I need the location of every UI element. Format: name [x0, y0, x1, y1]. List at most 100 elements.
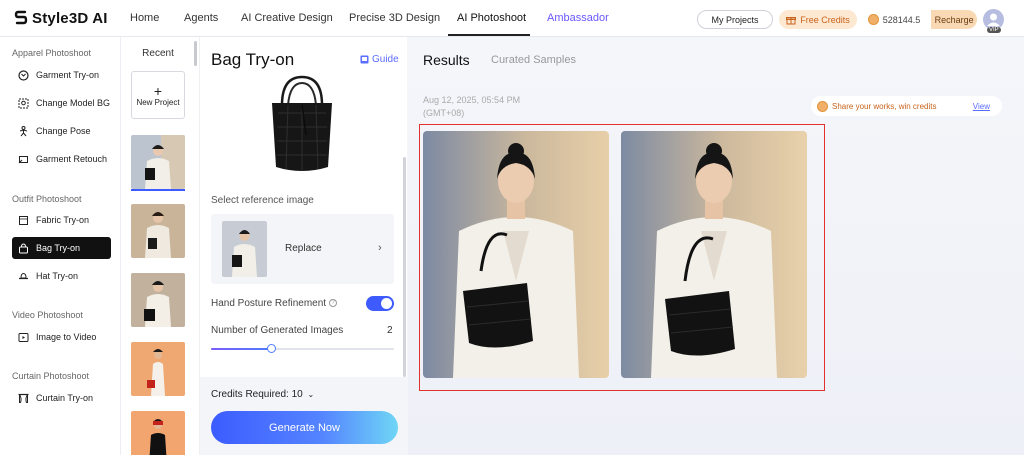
hand-posture-label: Hand Posture Refinement? [211, 298, 338, 309]
recharge-button[interactable]: Recharge [931, 10, 977, 29]
sidebar-item-bag-try-on[interactable]: Bag Try-on [12, 237, 111, 259]
plus-icon: + [153, 82, 163, 99]
reference-image-selector[interactable]: Replace › [211, 214, 394, 284]
sidebar-item-curtain-try-on[interactable]: Curtain Try-on [12, 387, 111, 409]
chevron-down-icon: ⌄ [307, 390, 315, 399]
num-images-slider[interactable] [211, 344, 394, 353]
sidebar-item-label: Image to Video [36, 332, 97, 342]
sidebar-item-label: Garment Try-on [36, 70, 100, 80]
top-nav-bar: Style3D AI Home Agents AI Creative Desig… [0, 0, 1024, 37]
hand-posture-text: Hand Posture Refinement [211, 298, 327, 309]
sidebar-item-garment-retouch[interactable]: Garment Retouch [12, 148, 111, 170]
credits-balance: 528144.5 [882, 14, 921, 25]
generate-now-button[interactable]: Generate Now [211, 411, 398, 444]
sidebar-item-label: Change Model BG [36, 98, 111, 108]
guide-link[interactable]: Guide [360, 54, 399, 65]
panel-title: Bag Try-on [211, 50, 295, 69]
recent-thumb-2[interactable] [131, 204, 185, 258]
my-projects-button[interactable]: My Projects [697, 10, 773, 29]
brand-name: Style3D AI [32, 9, 108, 27]
reference-thumbnail [222, 221, 267, 277]
vip-badge: VIP [987, 27, 1001, 33]
result-image-2[interactable] [621, 131, 807, 378]
hat-icon [18, 271, 29, 282]
sidebar-item-fabric-try-on[interactable]: Fabric Try-on [12, 209, 111, 231]
gift-icon [786, 16, 797, 24]
sidebar-item-label: Hat Try-on [36, 271, 79, 281]
recent-thumb-4[interactable] [131, 342, 185, 396]
style3d-logo-icon [14, 10, 28, 25]
sidebar-item-label: Fabric Try-on [36, 215, 90, 225]
tab-results[interactable]: Results [423, 52, 470, 68]
slider-fill [211, 348, 272, 350]
curtain-icon [18, 393, 29, 404]
credits-required-dropdown[interactable]: Credits Required: 10 ⌄ [211, 389, 314, 400]
reference-label: Select reference image [211, 195, 314, 206]
result-group-highlight [419, 124, 825, 391]
app-root: Style3D AI Home Agents AI Creative Desig… [0, 0, 1024, 455]
sidebar-item-label: Garment Retouch [36, 154, 108, 164]
recent-title: Recent [142, 48, 174, 59]
brand-logo[interactable]: Style3D AI [14, 9, 108, 27]
config-scrollbar[interactable] [403, 157, 406, 377]
sidebar-item-change-pose[interactable]: Change Pose [12, 120, 111, 142]
sidebar-item-label: Change Pose [36, 126, 91, 136]
shirt-icon [18, 69, 29, 81]
nav-ai-photoshoot[interactable]: AI Photoshoot [457, 12, 526, 24]
bag-icon [18, 242, 29, 254]
results-area: Results Curated Samples Aug 12, 2025, 05… [408, 37, 1024, 455]
bag-try-on-config-panel: Bag Try-on Guide Select reference image [199, 37, 408, 455]
num-images-label: Number of Generated Images [211, 325, 344, 336]
share-text: Share your works, win credits [832, 101, 937, 111]
background-swap-icon [18, 98, 29, 109]
credits-balance-box: 528144.5 Recharge [864, 10, 977, 29]
fabric-icon [18, 215, 29, 226]
sidebar-item-label: Bag Try-on [36, 243, 81, 253]
coin-icon [817, 100, 828, 112]
new-project-button[interactable]: + New Project [131, 71, 185, 119]
sidebar-item-image-to-video[interactable]: Image to Video [12, 326, 111, 348]
book-icon [360, 55, 369, 64]
section-apparel-photoshoot: Apparel Photoshoot [12, 48, 92, 58]
sidebar-item-change-model-bg[interactable]: Change Model BG [12, 92, 111, 114]
config-footer: Credits Required: 10 ⌄ Generate Now [200, 377, 408, 455]
pose-icon [18, 125, 29, 137]
chevron-right-icon: › [378, 242, 382, 254]
left-sidebar: Apparel Photoshoot Garment Try-on Change… [0, 37, 121, 455]
tab-curated-samples[interactable]: Curated Samples [491, 54, 576, 66]
replace-label: Replace [285, 243, 322, 254]
section-outfit-photoshoot: Outfit Photoshoot [12, 194, 82, 204]
coin-icon [868, 14, 879, 25]
new-project-label: New Project [136, 97, 180, 107]
slider-handle[interactable] [267, 344, 277, 353]
retouch-icon [18, 154, 29, 165]
nav-agents[interactable]: Agents [184, 12, 218, 24]
section-curtain-photoshoot: Curtain Photoshoot [12, 371, 90, 381]
recent-thumb-3[interactable] [131, 273, 185, 327]
free-credits-label: Free Credits [800, 14, 850, 25]
help-icon[interactable]: ? [329, 299, 338, 308]
bag-product-image [244, 75, 360, 177]
nav-ai-creative-design[interactable]: AI Creative Design [241, 12, 333, 24]
sidebar-item-label: Curtain Try-on [36, 393, 94, 403]
nav-ambassador[interactable]: Ambassador [547, 12, 609, 24]
result-image-1[interactable] [423, 131, 609, 378]
nav-precise-3d-design[interactable]: Precise 3D Design [349, 12, 440, 24]
sidebar-item-garment-try-on[interactable]: Garment Try-on [12, 64, 111, 86]
nav-home[interactable]: Home [130, 12, 159, 24]
recent-column: Recent + New Project [121, 37, 199, 455]
video-icon [18, 332, 29, 343]
selected-thumb-indicator [131, 189, 185, 191]
free-credits-button[interactable]: Free Credits [779, 10, 857, 29]
share-banner[interactable]: Share your works, win credits View [811, 96, 1002, 116]
view-link[interactable]: View [973, 102, 990, 111]
sidebar-item-hat-try-on[interactable]: Hat Try-on [12, 265, 111, 287]
num-images-value: 2 [387, 325, 393, 336]
result-timestamp: Aug 12, 2025, 05:54 PM (GMT+08) [423, 95, 521, 118]
active-nav-indicator [448, 34, 530, 36]
recent-thumb-5[interactable] [131, 411, 185, 455]
toggle-knob [381, 298, 392, 309]
recent-thumb-1[interactable] [131, 135, 185, 189]
section-video-photoshoot: Video Photoshoot [12, 310, 83, 320]
hand-posture-toggle[interactable] [366, 296, 394, 311]
